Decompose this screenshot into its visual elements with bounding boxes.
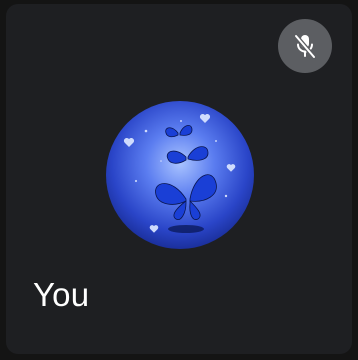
participant-name: You [33, 276, 90, 313]
avatar [106, 101, 254, 249]
mic-off-icon [290, 31, 320, 61]
mic-muted-button[interactable] [278, 19, 332, 73]
butterfly-icon [155, 125, 217, 220]
participant-tile[interactable]: You [6, 4, 352, 354]
